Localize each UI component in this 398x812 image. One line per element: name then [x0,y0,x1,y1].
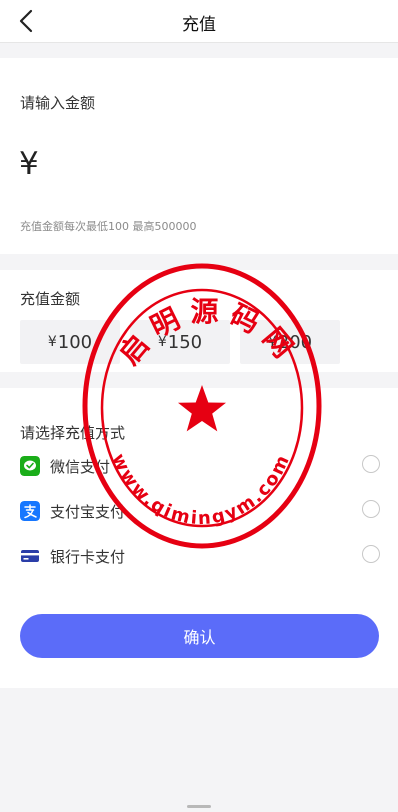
payment-option-alipay[interactable]: 支付宝支付 [20,499,380,523]
home-indicator [187,805,211,808]
payment-option-wechat[interactable]: 微信支付 [20,454,380,478]
amount-limit-hint: 充值金额每次最低100 最高500000 [20,220,197,233]
amount-value: 150 [167,331,203,353]
currency-symbol: ¥ [47,334,57,350]
confirm-button[interactable]: 确认 [20,614,379,658]
wechat-pay-icon [20,456,40,476]
payment-radio-wechat[interactable] [362,455,380,473]
amount-input-field[interactable]: ¥ [19,146,39,182]
quick-amount-label: 充值金额 [20,290,81,308]
payment-option-label: 银行卡支付 [50,548,126,566]
amount-option-100[interactable]: ¥100 [20,320,120,364]
quick-amount-card: 充值金额 ¥100 ¥150 ¥200 [0,270,398,372]
currency-symbol: ¥ [267,334,277,350]
top-bar: 充值 [0,0,398,43]
amount-input-card: 请输入金额 ¥ 充值金额每次最低100 最高500000 [0,58,398,254]
payment-radio-bank-card[interactable] [362,545,380,563]
quick-amount-options: ¥100 ¥150 ¥200 [20,320,340,364]
amount-option-200[interactable]: ¥200 [240,320,340,364]
alipay-icon [20,501,40,521]
amount-value: 100 [57,331,93,353]
payment-option-bank-card[interactable]: 银行卡支付 [20,544,380,568]
amount-input-label: 请输入金额 [20,94,96,112]
amount-value: 200 [277,331,313,353]
amount-option-150[interactable]: ¥150 [130,320,230,364]
payment-method-card: 请选择充值方式 微信支付 支付宝支付 银行卡支付 确认 [0,388,398,688]
payment-option-label: 支付宝支付 [50,503,126,521]
payment-radio-alipay[interactable] [362,500,380,518]
page-title: 充值 [182,15,216,35]
bank-card-icon [21,550,39,562]
currency-symbol: ¥ [157,334,167,350]
payment-method-label: 请选择充值方式 [20,424,126,442]
payment-option-label: 微信支付 [50,458,111,476]
